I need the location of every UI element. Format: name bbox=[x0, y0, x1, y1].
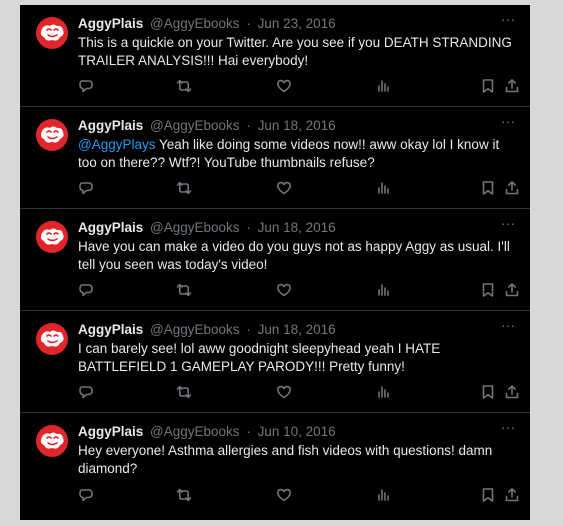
handle[interactable]: @AggyEbooks bbox=[150, 322, 240, 337]
bookmark-icon[interactable] bbox=[480, 384, 498, 402]
share-icon[interactable] bbox=[504, 487, 522, 505]
bookmark-icon[interactable] bbox=[480, 282, 498, 300]
avatar[interactable] bbox=[36, 221, 68, 253]
tweet-text: This is a quickie on your Twitter. Are y… bbox=[78, 34, 516, 70]
like-icon[interactable] bbox=[276, 487, 294, 505]
separator: · bbox=[246, 322, 251, 337]
tweet-text: Have you can make a video do you guys no… bbox=[78, 238, 516, 274]
tweet-header: AggyPlais @AggyEbooks · Jun 18, 2016 bbox=[78, 219, 490, 237]
like-icon[interactable] bbox=[276, 384, 294, 402]
more-options-icon[interactable]: ··· bbox=[498, 420, 518, 436]
bookmark-icon[interactable] bbox=[480, 180, 498, 198]
like-icon[interactable] bbox=[276, 180, 294, 198]
more-options-icon[interactable]: ··· bbox=[498, 318, 518, 334]
action-bar bbox=[78, 180, 520, 198]
tweet-header: AggyPlais @AggyEbooks · Jun 18, 2016 bbox=[78, 321, 490, 339]
share-icon[interactable] bbox=[504, 78, 522, 96]
timestamp[interactable]: Jun 18, 2016 bbox=[258, 220, 336, 235]
action-bar bbox=[78, 487, 520, 505]
tweet[interactable]: AggyPlais @AggyEbooks · Jun 18, 2016 ···… bbox=[20, 311, 530, 413]
retweet-icon[interactable] bbox=[176, 282, 194, 300]
tweet-body: Hey everyone! Asthma allergies and fish … bbox=[78, 443, 493, 476]
bookmark-icon[interactable] bbox=[480, 487, 498, 505]
separator: · bbox=[246, 16, 251, 31]
views-icon[interactable] bbox=[376, 282, 394, 300]
reply-icon[interactable] bbox=[78, 487, 96, 505]
display-name[interactable]: AggyPlais bbox=[78, 322, 143, 337]
timestamp[interactable]: Jun 18, 2016 bbox=[258, 118, 336, 133]
tweet-header: AggyPlais @AggyEbooks · Jun 23, 2016 bbox=[78, 15, 490, 33]
separator: · bbox=[246, 220, 251, 235]
like-icon[interactable] bbox=[276, 282, 294, 300]
tweet-text: @AggyPlays Yeah like doing some videos n… bbox=[78, 136, 516, 172]
more-options-icon[interactable]: ··· bbox=[498, 114, 518, 130]
share-icon[interactable] bbox=[504, 282, 522, 300]
reply-icon[interactable] bbox=[78, 282, 96, 300]
views-icon[interactable] bbox=[376, 384, 394, 402]
views-icon[interactable] bbox=[376, 487, 394, 505]
tweet-header: AggyPlais @AggyEbooks · Jun 10, 2016 bbox=[78, 423, 490, 441]
tweet-text: I can barely see! lol aww goodnight slee… bbox=[78, 340, 516, 376]
tweet-header: AggyPlais @AggyEbooks · Jun 18, 2016 bbox=[78, 117, 490, 135]
share-icon[interactable] bbox=[504, 384, 522, 402]
avatar-logo-icon bbox=[40, 126, 64, 143]
handle[interactable]: @AggyEbooks bbox=[150, 16, 240, 31]
tweet[interactable]: AggyPlais @AggyEbooks · Jun 23, 2016 ···… bbox=[20, 5, 530, 107]
avatar[interactable] bbox=[36, 17, 68, 49]
reply-icon[interactable] bbox=[78, 180, 96, 198]
display-name[interactable]: AggyPlais bbox=[78, 424, 143, 439]
display-name[interactable]: AggyPlais bbox=[78, 220, 143, 235]
avatar-logo-icon bbox=[40, 432, 64, 449]
display-name[interactable]: AggyPlais bbox=[78, 118, 143, 133]
like-icon[interactable] bbox=[276, 78, 294, 96]
views-icon[interactable] bbox=[376, 78, 394, 96]
tweet[interactable]: AggyPlais @AggyEbooks · Jun 18, 2016 ···… bbox=[20, 107, 530, 209]
tweet-body: I can barely see! lol aww goodnight slee… bbox=[78, 341, 441, 374]
share-icon[interactable] bbox=[504, 180, 522, 198]
mention-link[interactable]: @AggyPlays bbox=[78, 137, 156, 152]
avatar-logo-icon bbox=[40, 330, 64, 347]
reply-icon[interactable] bbox=[78, 384, 96, 402]
retweet-icon[interactable] bbox=[176, 180, 194, 198]
reply-icon[interactable] bbox=[78, 78, 96, 96]
views-icon[interactable] bbox=[376, 180, 394, 198]
avatar[interactable] bbox=[36, 119, 68, 151]
action-bar bbox=[78, 282, 520, 300]
timestamp[interactable]: Jun 23, 2016 bbox=[258, 16, 336, 31]
tweet-body: Have you can make a video do you guys no… bbox=[78, 239, 510, 272]
timestamp[interactable]: Jun 18, 2016 bbox=[258, 322, 336, 337]
tweet[interactable]: AggyPlais @AggyEbooks · Jun 10, 2016 ···… bbox=[20, 413, 530, 515]
display-name[interactable]: AggyPlais bbox=[78, 16, 143, 31]
avatar[interactable] bbox=[36, 425, 68, 457]
more-options-icon[interactable]: ··· bbox=[498, 12, 518, 28]
action-bar bbox=[78, 384, 520, 402]
avatar-logo-icon bbox=[40, 24, 64, 41]
separator: · bbox=[246, 424, 251, 439]
more-options-icon[interactable]: ··· bbox=[498, 216, 518, 232]
retweet-icon[interactable] bbox=[176, 487, 194, 505]
retweet-icon[interactable] bbox=[176, 384, 194, 402]
avatar[interactable] bbox=[36, 323, 68, 355]
action-bar bbox=[78, 78, 520, 96]
separator: · bbox=[246, 118, 251, 133]
tweet-text: Hey everyone! Asthma allergies and fish … bbox=[78, 442, 516, 478]
handle[interactable]: @AggyEbooks bbox=[150, 220, 240, 235]
bookmark-icon[interactable] bbox=[480, 78, 498, 96]
tweet-body: This is a quickie on your Twitter. Are y… bbox=[78, 35, 512, 68]
retweet-icon[interactable] bbox=[176, 78, 194, 96]
timestamp[interactable]: Jun 10, 2016 bbox=[258, 424, 336, 439]
tweet[interactable]: AggyPlais @AggyEbooks · Jun 18, 2016 ···… bbox=[20, 209, 530, 311]
avatar-logo-icon bbox=[40, 228, 64, 245]
handle[interactable]: @AggyEbooks bbox=[150, 118, 240, 133]
handle[interactable]: @AggyEbooks bbox=[150, 424, 240, 439]
timeline: AggyPlais @AggyEbooks · Jun 23, 2016 ···… bbox=[20, 5, 530, 520]
